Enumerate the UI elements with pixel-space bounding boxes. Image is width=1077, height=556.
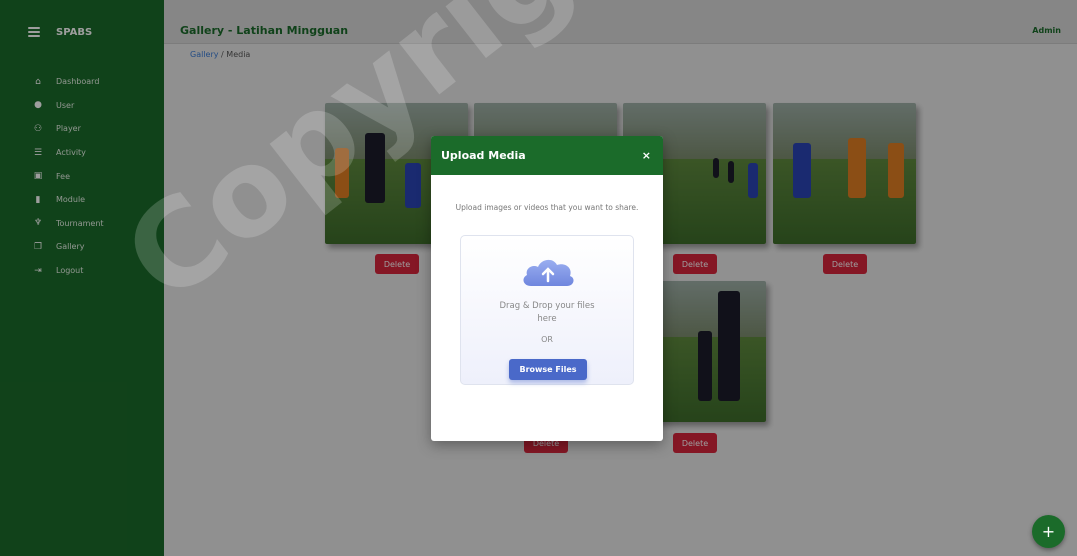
modal-description: Upload images or videos that you want to… bbox=[455, 203, 639, 212]
cloud-upload-icon bbox=[523, 259, 574, 286]
browse-files-button[interactable]: Browse Files bbox=[509, 359, 587, 380]
add-media-button[interactable]: + bbox=[1032, 515, 1065, 548]
file-dropzone[interactable]: Drag & Drop your files here OR Browse Fi… bbox=[460, 235, 634, 385]
or-separator: OR bbox=[541, 335, 553, 344]
upload-media-modal: Upload Media × Upload images or videos t… bbox=[431, 136, 663, 441]
modal-title: Upload Media bbox=[441, 149, 526, 162]
modal-header: Upload Media × bbox=[431, 136, 663, 175]
close-icon[interactable]: × bbox=[642, 149, 651, 162]
drop-instructions: Drag & Drop your files here bbox=[499, 301, 595, 324]
